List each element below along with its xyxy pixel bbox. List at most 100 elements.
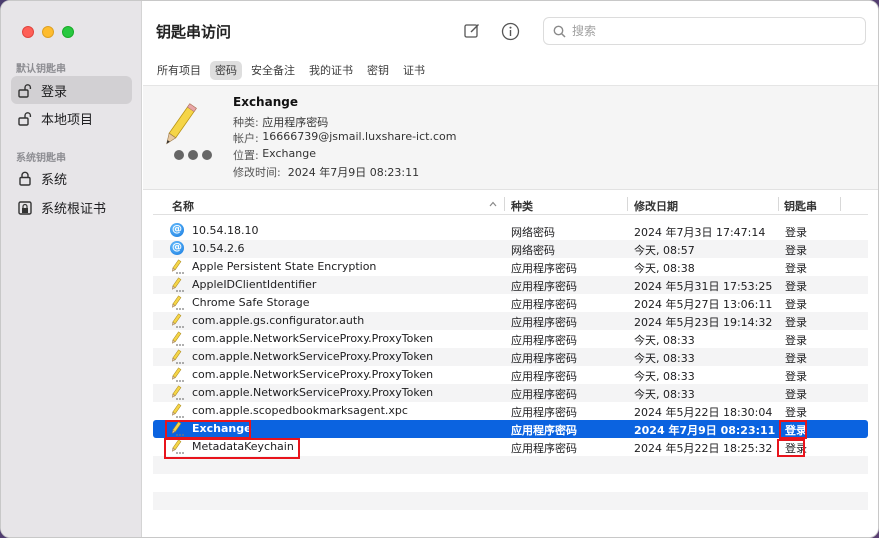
- table-row[interactable]: Apple Persistent State Encryption 应用程序密码 今…: [153, 258, 868, 276]
- column-header-kind[interactable]: 种类: [511, 198, 533, 214]
- items-table: @10.54.18.10 网络密码 2024 年7月3日 17:47:14 登录 @10…: [153, 222, 868, 528]
- detail-modified-label: 修改时间:: [233, 166, 281, 179]
- at-icon: @: [170, 241, 184, 255]
- toolbar: 钥匙串访问: [143, 1, 878, 59]
- detail-kind-row: 种类: 应用程序密码: [233, 114, 328, 130]
- row-keychain: 登录: [785, 316, 807, 329]
- column-header-keychain[interactable]: 钥匙串: [784, 198, 817, 214]
- sidebar-item-login[interactable]: 登录: [11, 76, 132, 104]
- row-date: 2024 年5月31日 17:53:25: [634, 280, 773, 293]
- row-date: 今天, 08:33: [634, 370, 695, 383]
- main-pane: 钥匙串访问 所有项目 密码 安全备注 我的证书 密钥 证书: [143, 1, 878, 537]
- row-date: 今天, 08:33: [634, 334, 695, 347]
- pencil-icon: [170, 349, 185, 364]
- window-title: 钥匙串访问: [156, 23, 232, 41]
- tab-certificates[interactable]: 证书: [398, 61, 430, 80]
- column-divider[interactable]: [504, 197, 505, 211]
- column-divider[interactable]: [840, 197, 841, 211]
- sidebar: 默认钥匙串 登录 本地项目 系统钥匙串 系统 系统根证书: [1, 1, 142, 537]
- search-field[interactable]: [543, 17, 866, 45]
- table-row[interactable]: com.apple.scopedbookmarksagent.xpc 应用程序密码…: [153, 402, 868, 420]
- detail-kind-label: 种类:: [233, 116, 259, 129]
- column-divider[interactable]: [627, 197, 628, 211]
- column-header-date[interactable]: 修改日期: [634, 198, 678, 214]
- row-name: com.apple.gs.configurator.auth: [192, 314, 365, 327]
- table-row[interactable]: Chrome Safe Storage 应用程序密码 2024 年5月27日 13:…: [153, 294, 868, 312]
- search-icon: [553, 25, 566, 38]
- sidebar-item-system-roots[interactable]: 系统根证书: [11, 193, 132, 221]
- row-name: com.apple.scopedbookmarksagent.xpc: [192, 404, 408, 417]
- table-row[interactable]: com.apple.NetworkServiceProxy.ProxyToken…: [153, 384, 868, 402]
- minimize-button[interactable]: [42, 26, 54, 38]
- pencil-icon: [170, 439, 185, 454]
- tab-passwords[interactable]: 密码: [210, 61, 242, 80]
- certificate-lock-icon: [17, 199, 33, 215]
- row-kind: 应用程序密码: [511, 280, 577, 293]
- sidebar-section-system: 系统钥匙串: [16, 153, 66, 164]
- sidebar-item-label: 系统: [41, 172, 68, 188]
- row-keychain: 登录: [785, 442, 807, 455]
- row-keychain: 登录: [785, 280, 807, 293]
- empty-row: [153, 492, 868, 510]
- sidebar-section-default: 默认钥匙串: [16, 64, 66, 75]
- row-keychain: 登录: [785, 406, 807, 419]
- row-keychain: 登录: [785, 226, 807, 239]
- sidebar-item-system[interactable]: 系统: [11, 164, 132, 192]
- row-date: 今天, 08:33: [634, 388, 695, 401]
- row-kind: 应用程序密码: [511, 316, 577, 329]
- row-date: 2024 年7月9日 08:23:11: [634, 424, 776, 437]
- row-date: 2024 年7月3日 17:47:14: [634, 226, 766, 239]
- compose-icon: [464, 24, 479, 38]
- table-row[interactable]: Exchange 应用程序密码 2024 年7月9日 08:23:11 登录: [153, 420, 868, 438]
- row-kind: 应用程序密码: [511, 352, 577, 365]
- row-name: com.apple.NetworkServiceProxy.ProxyToken: [192, 332, 434, 345]
- row-name: com.apple.NetworkServiceProxy.ProxyToken: [192, 368, 434, 381]
- row-date: 今天, 08:57: [634, 244, 695, 257]
- row-keychain: 登录: [785, 388, 807, 401]
- empty-row: [153, 510, 868, 528]
- table-row[interactable]: com.apple.gs.configurator.auth 应用程序密码 2024…: [153, 312, 868, 330]
- row-name: com.apple.NetworkServiceProxy.ProxyToken: [192, 386, 434, 399]
- row-kind: 网络密码: [511, 244, 555, 257]
- row-keychain: 登录: [785, 262, 807, 275]
- pencil-icon: [170, 421, 185, 436]
- tab-keys[interactable]: 密钥: [362, 61, 394, 80]
- table-row[interactable]: MetadataKeychain 应用程序密码 2024 年5月22日 18:25:…: [153, 438, 868, 456]
- info-button[interactable]: [499, 20, 521, 42]
- table-row[interactable]: @10.54.2.6 网络密码 今天, 08:57 登录: [153, 240, 868, 258]
- detail-where-row: 位置: Exchange: [233, 147, 316, 163]
- close-button[interactable]: [22, 26, 34, 38]
- tab-all-items[interactable]: 所有项目: [152, 61, 206, 80]
- row-name: MetadataKeychain: [192, 440, 294, 453]
- row-kind: 网络密码: [511, 226, 555, 239]
- row-date: 2024 年5月23日 19:14:32: [634, 316, 773, 329]
- tab-secure-notes[interactable]: 安全备注: [246, 61, 300, 80]
- table-row[interactable]: com.apple.NetworkServiceProxy.ProxyToken…: [153, 330, 868, 348]
- pencil-icon: [170, 403, 185, 418]
- row-name: Exchange: [192, 422, 252, 435]
- tab-my-certificates[interactable]: 我的证书: [304, 61, 358, 80]
- table-row[interactable]: com.apple.NetworkServiceProxy.ProxyToken…: [153, 366, 868, 384]
- search-input[interactable]: [572, 24, 832, 38]
- table-row[interactable]: com.apple.NetworkServiceProxy.ProxyToken…: [153, 348, 868, 366]
- pencil-icon: [170, 277, 185, 292]
- detail-account-row: 帐户: 16666739@jsmail.luxshare-ict.com: [233, 130, 456, 146]
- row-name: com.apple.NetworkServiceProxy.ProxyToken: [192, 350, 434, 363]
- row-keychain: 登录: [785, 424, 807, 437]
- empty-row: [153, 474, 868, 492]
- sidebar-item-local[interactable]: 本地项目: [11, 104, 132, 132]
- detail-where-label: 位置:: [233, 149, 259, 162]
- sidebar-item-label: 登录: [41, 84, 68, 100]
- table-row[interactable]: @10.54.18.10 网络密码 2024 年7月3日 17:47:14 登录: [153, 222, 868, 240]
- zoom-button[interactable]: [62, 26, 74, 38]
- detail-modified-row: 修改时间: 2024 年7月9日 08:23:11: [233, 164, 419, 180]
- column-divider[interactable]: [778, 197, 779, 211]
- row-date: 今天, 08:38: [634, 262, 695, 275]
- table-row[interactable]: AppleIDClientIdentifier 应用程序密码 2024 年5月31日…: [153, 276, 868, 294]
- row-kind: 应用程序密码: [511, 262, 577, 275]
- column-header-name[interactable]: 名称: [172, 198, 194, 214]
- sort-ascending-icon[interactable]: [489, 201, 497, 207]
- new-item-button[interactable]: [461, 20, 483, 42]
- row-date: 今天, 08:33: [634, 352, 695, 365]
- pencil-icon: [170, 367, 185, 382]
